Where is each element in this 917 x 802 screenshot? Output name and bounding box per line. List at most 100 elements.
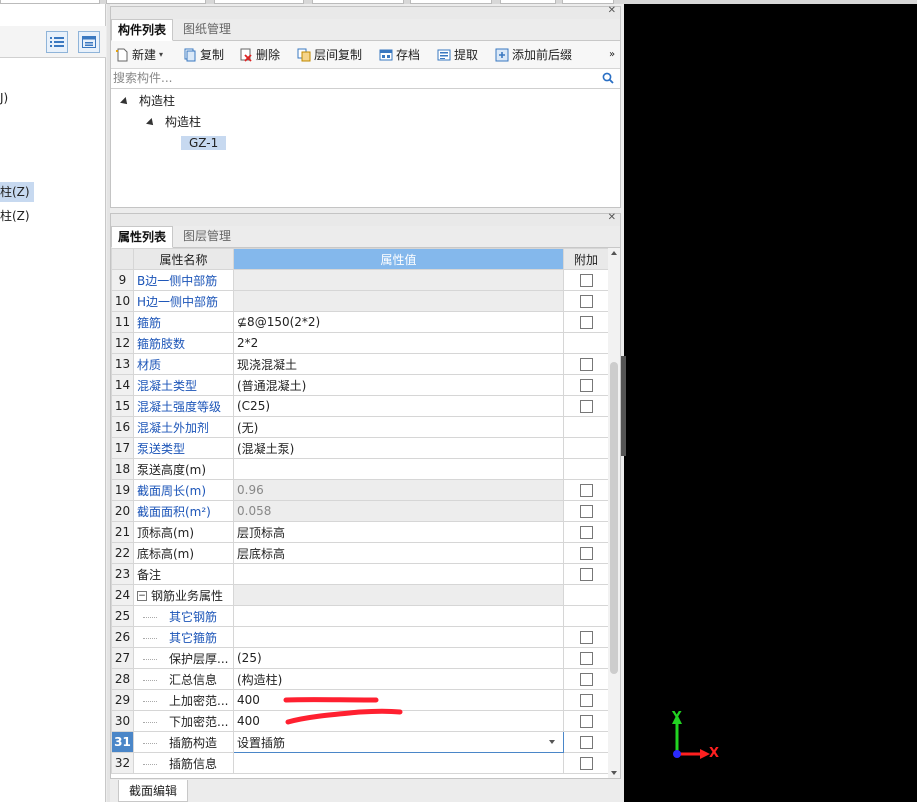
toolbar-combo[interactable] bbox=[106, 0, 206, 4]
extract-button[interactable]: 提取 bbox=[437, 45, 478, 65]
tab-property-list[interactable]: 属性列表 bbox=[111, 226, 174, 248]
property-value[interactable]: (混凝土泵) bbox=[233, 437, 564, 459]
add-checkbox[interactable] bbox=[579, 505, 593, 518]
toolbar-combo[interactable] bbox=[410, 0, 492, 4]
table-row[interactable]: 16 混凝土外加剂 (无) bbox=[111, 416, 608, 438]
toolbar-combo[interactable] bbox=[214, 0, 304, 4]
table-row[interactable]: 25 其它钢筋 bbox=[111, 605, 608, 627]
add-checkbox[interactable] bbox=[579, 484, 593, 497]
table-row[interactable]: 17 泵送类型 (混凝土泵) bbox=[111, 437, 608, 459]
table-row[interactable]: 20 截面面积(m²) 0.058 bbox=[111, 500, 608, 522]
table-row[interactable]: 22 底标高(m) 层底标高 bbox=[111, 542, 608, 564]
table-row[interactable]: 19 截面周长(m) 0.96 bbox=[111, 479, 608, 501]
toolbar-combo[interactable] bbox=[312, 0, 404, 4]
table-row[interactable]: 32 插筋信息 bbox=[111, 752, 608, 774]
property-value[interactable]: ⊈8@150(2*2) bbox=[233, 311, 564, 333]
add-checkbox[interactable] bbox=[579, 757, 593, 770]
add-checkbox[interactable] bbox=[579, 358, 593, 371]
save-archive-button[interactable]: 存档 bbox=[379, 45, 420, 65]
close-icon[interactable]: ✕ bbox=[608, 212, 616, 223]
table-row[interactable]: 13 材质 现浇混凝土 bbox=[111, 353, 608, 375]
property-value[interactable]: 2*2 bbox=[233, 332, 564, 354]
table-row[interactable]: 14 混凝土类型 (普通混凝土) bbox=[111, 374, 608, 396]
table-row-group[interactable]: 24− 钢筋业务属性 bbox=[111, 584, 608, 606]
add-checkbox[interactable] bbox=[579, 694, 593, 707]
tree-node-child[interactable]: 构造柱 bbox=[146, 112, 201, 132]
floor-copy-button[interactable]: 层间复制 bbox=[297, 45, 362, 65]
add-checkbox[interactable] bbox=[579, 673, 593, 686]
add-checkbox[interactable] bbox=[579, 379, 593, 392]
tab-component-list[interactable]: 构件列表 bbox=[111, 19, 174, 41]
table-row[interactable]: 9 B边一侧中部筋 bbox=[111, 269, 608, 291]
chevron-down-icon[interactable] bbox=[549, 740, 555, 744]
copy-button[interactable]: 复制 bbox=[183, 45, 224, 65]
property-value[interactable] bbox=[233, 290, 564, 312]
add-checkbox[interactable] bbox=[579, 295, 593, 308]
property-value[interactable] bbox=[233, 563, 564, 585]
table-row[interactable]: 23 备注 bbox=[111, 563, 608, 585]
viewport-splitter-handle[interactable] bbox=[621, 356, 626, 456]
table-row[interactable]: 29 上加密范... 400 bbox=[111, 689, 608, 711]
search-input[interactable] bbox=[111, 69, 591, 87]
table-row[interactable]: 18 泵送高度(m) bbox=[111, 458, 608, 480]
property-value[interactable]: 400 bbox=[233, 710, 564, 732]
property-value[interactable] bbox=[233, 269, 564, 291]
property-value[interactable]: (构造柱) bbox=[233, 668, 564, 690]
tree-item[interactable]: J) bbox=[0, 88, 8, 108]
toolbar-combo[interactable] bbox=[562, 0, 614, 4]
collapse-icon[interactable]: − bbox=[137, 591, 147, 601]
column-header-add[interactable]: 附加 bbox=[563, 248, 608, 270]
property-value[interactable] bbox=[233, 605, 564, 627]
toolbar-overflow-button[interactable]: » bbox=[609, 45, 615, 65]
table-row-active[interactable]: 31 插筋构造 设置插筋 bbox=[111, 731, 608, 753]
detail-view-button[interactable] bbox=[78, 31, 100, 53]
tab-drawing-management[interactable]: 图纸管理 bbox=[177, 19, 237, 41]
table-row[interactable]: 10 H边一侧中部筋 bbox=[111, 290, 608, 312]
table-row[interactable]: 28 汇总信息 (构造柱) bbox=[111, 668, 608, 690]
property-value[interactable]: 层顶标高 bbox=[233, 521, 564, 543]
add-checkbox[interactable] bbox=[579, 547, 593, 560]
vertical-scrollbar[interactable] bbox=[608, 248, 620, 778]
table-row[interactable]: 15 混凝土强度等级 (C25) bbox=[111, 395, 608, 417]
property-value[interactable] bbox=[233, 458, 564, 480]
property-value[interactable]: (C25) bbox=[233, 395, 564, 417]
add-checkbox[interactable] bbox=[579, 400, 593, 413]
delete-button[interactable]: 删除 bbox=[239, 45, 280, 65]
property-value[interactable]: (无) bbox=[233, 416, 564, 438]
tree-node-leaf-selected[interactable]: GZ-1 bbox=[181, 133, 227, 153]
table-row[interactable]: 30 下加密范... 400 bbox=[111, 710, 608, 732]
add-checkbox[interactable] bbox=[579, 631, 593, 644]
tree-item[interactable]: 柱(Z) bbox=[0, 206, 30, 226]
scroll-down-icon[interactable] bbox=[611, 771, 617, 775]
property-value[interactable]: (普通混凝土) bbox=[233, 374, 564, 396]
property-value-dropdown[interactable]: 设置插筋 bbox=[233, 731, 564, 753]
property-value[interactable]: 层底标高 bbox=[233, 542, 564, 564]
tree-item-selected[interactable]: 柱(Z) bbox=[0, 182, 34, 202]
close-icon[interactable]: ✕ bbox=[608, 5, 616, 16]
add-checkbox[interactable] bbox=[579, 652, 593, 665]
drawing-viewport[interactable] bbox=[624, 4, 917, 802]
tab-layer-management[interactable]: 图层管理 bbox=[177, 226, 237, 248]
tree-node-root[interactable]: 构造柱 bbox=[120, 91, 175, 111]
add-checkbox[interactable] bbox=[579, 736, 593, 749]
table-row[interactable]: 12 箍筋肢数 2*2 bbox=[111, 332, 608, 354]
search-icon[interactable] bbox=[602, 72, 614, 84]
property-value[interactable]: (25) bbox=[233, 647, 564, 669]
table-row[interactable]: 21 顶标高(m) 层顶标高 bbox=[111, 521, 608, 543]
add-checkbox[interactable] bbox=[579, 715, 593, 728]
tree-expand-icon[interactable] bbox=[120, 96, 130, 107]
table-row[interactable]: 11 箍筋 ⊈8@150(2*2) bbox=[111, 311, 608, 333]
column-header-value[interactable]: 属性值 bbox=[233, 248, 564, 270]
table-row[interactable]: 27 保护层厚... (25) bbox=[111, 647, 608, 669]
add-checkbox[interactable] bbox=[579, 274, 593, 287]
list-view-button[interactable] bbox=[46, 31, 68, 53]
tab-section-edit[interactable]: 截面编辑 bbox=[118, 780, 189, 802]
table-row[interactable]: 26 其它箍筋 bbox=[111, 626, 608, 648]
property-value[interactable]: 现浇混凝土 bbox=[233, 353, 564, 375]
add-checkbox[interactable] bbox=[579, 526, 593, 539]
toolbar-combo[interactable] bbox=[500, 0, 556, 4]
add-checkbox[interactable] bbox=[579, 568, 593, 581]
add-checkbox[interactable] bbox=[579, 316, 593, 329]
chevron-down-icon[interactable]: ▾ bbox=[159, 45, 163, 65]
scrollbar-thumb[interactable] bbox=[610, 362, 618, 674]
